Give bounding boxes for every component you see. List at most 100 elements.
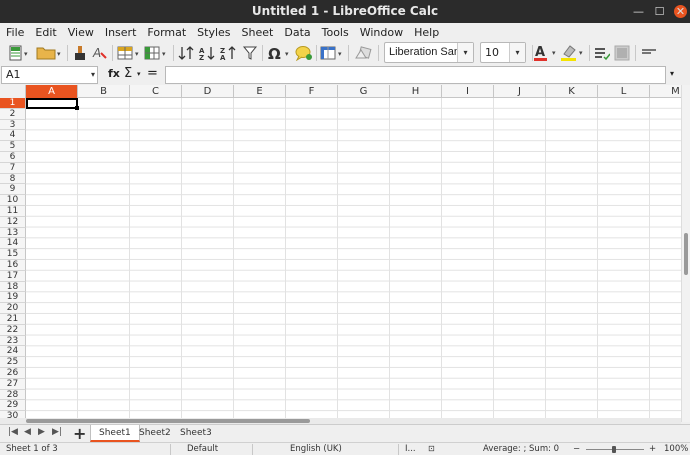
menu-edit[interactable]: Edit xyxy=(35,26,56,39)
highlight-color-button[interactable]: ▾ xyxy=(561,44,587,62)
column-header-c[interactable]: C xyxy=(130,85,182,98)
minimize-icon[interactable]: — xyxy=(632,5,645,18)
sort-ascending-button[interactable]: AZ xyxy=(199,44,217,62)
clone-formatting-button[interactable] xyxy=(72,44,88,62)
column-header-i[interactable]: I xyxy=(442,85,494,98)
chevron-down-icon[interactable]: ▾ xyxy=(457,43,473,62)
formula-icon[interactable]: = xyxy=(147,66,158,81)
row-header-4[interactable]: 4 xyxy=(0,130,26,142)
selection-mode[interactable]: I... xyxy=(405,444,416,454)
insert-shape-button[interactable] xyxy=(354,44,372,62)
open-button[interactable]: ▾ xyxy=(36,44,64,62)
conditional-format-button[interactable] xyxy=(594,44,610,62)
column-button[interactable]: ▾ xyxy=(144,44,170,62)
menu-styles[interactable]: Styles xyxy=(197,26,230,39)
menu-window[interactable]: Window xyxy=(360,26,403,39)
clear-formatting-button[interactable]: A xyxy=(92,44,108,62)
first-sheet-icon[interactable]: |◀ xyxy=(8,427,18,437)
headers-footers-button[interactable]: ▾ xyxy=(320,44,346,62)
row-header-14[interactable]: 14 xyxy=(0,238,26,250)
font-size-combobox[interactable]: 10 ▾ xyxy=(480,42,526,63)
menu-sheet[interactable]: Sheet xyxy=(242,26,274,39)
row-header-1[interactable]: 1 xyxy=(0,98,26,109)
font-color-button[interactable]: A ▾ xyxy=(534,44,560,62)
row-header-8[interactable]: 8 xyxy=(0,173,26,185)
menu-data[interactable]: Data xyxy=(284,26,310,39)
close-icon[interactable]: ✕ xyxy=(674,5,687,18)
sort-descending-button[interactable]: ZA xyxy=(220,44,238,62)
sum-summary[interactable]: Average: ; Sum: 0 xyxy=(483,444,559,454)
row-header-28[interactable]: 28 xyxy=(0,389,26,401)
align-left-button[interactable] xyxy=(641,44,657,62)
special-character-button[interactable]: Ω ▾ xyxy=(267,44,293,62)
name-box[interactable]: A1 ▾ xyxy=(1,66,98,84)
row-header-25[interactable]: 25 xyxy=(0,357,26,368)
select-all-corner[interactable] xyxy=(0,85,26,98)
row-header-11[interactable]: 11 xyxy=(0,206,26,217)
function-wizard-icon[interactable]: fx xyxy=(108,67,120,80)
autofilter-button[interactable] xyxy=(242,44,258,62)
sort-button[interactable] xyxy=(178,44,194,62)
column-header-f[interactable]: F xyxy=(286,85,338,98)
row-header-22[interactable]: 22 xyxy=(0,324,26,336)
row-header-3[interactable]: 3 xyxy=(0,119,26,131)
row-header-19[interactable]: 19 xyxy=(0,292,26,304)
column-header-a[interactable]: A xyxy=(26,85,78,98)
row-header-12[interactable]: 12 xyxy=(0,216,26,228)
column-header-b[interactable]: B xyxy=(78,85,130,98)
row-header-2[interactable]: 2 xyxy=(0,108,26,120)
last-sheet-icon[interactable]: ▶| xyxy=(52,427,62,437)
row-header-9[interactable]: 9 xyxy=(0,184,26,196)
sum-icon[interactable]: Σ xyxy=(124,66,132,81)
font-name-combobox[interactable]: Liberation Sans ▾ xyxy=(384,42,474,63)
page-style[interactable]: Default xyxy=(187,444,218,454)
row-header-16[interactable]: 16 xyxy=(0,260,26,271)
column-header-l[interactable]: L xyxy=(598,85,650,98)
cell-area[interactable] xyxy=(26,98,690,422)
row-header-10[interactable]: 10 xyxy=(0,195,26,206)
active-cell-cursor[interactable] xyxy=(26,98,78,109)
row-header-21[interactable]: 21 xyxy=(0,314,26,325)
column-header-d[interactable]: D xyxy=(182,85,234,98)
column-header-j[interactable]: J xyxy=(494,85,546,98)
menu-tools[interactable]: Tools xyxy=(322,26,349,39)
document-modified-icon[interactable]: ⊡ xyxy=(428,444,435,453)
zoom-in-icon[interactable]: + xyxy=(649,444,656,454)
expand-formula-icon[interactable]: ▾ xyxy=(670,69,674,78)
row-header-24[interactable]: 24 xyxy=(0,346,26,358)
zoom-slider-thumb[interactable] xyxy=(612,446,616,453)
row-header-6[interactable]: 6 xyxy=(0,152,26,163)
language[interactable]: English (UK) xyxy=(290,444,342,454)
insert-comment-button[interactable] xyxy=(294,44,314,62)
menu-insert[interactable]: Insert xyxy=(105,26,137,39)
column-header-e[interactable]: E xyxy=(234,85,286,98)
row-header-20[interactable]: 20 xyxy=(0,303,26,314)
menu-file[interactable]: File xyxy=(6,26,24,39)
row-header-5[interactable]: 5 xyxy=(0,141,26,152)
row-header-26[interactable]: 26 xyxy=(0,368,26,379)
vertical-scroll-thumb[interactable] xyxy=(684,233,688,275)
fill-handle[interactable] xyxy=(75,106,79,110)
maximize-icon[interactable]: ☐ xyxy=(653,5,666,18)
row-header-18[interactable]: 18 xyxy=(0,281,26,293)
vertical-scrollbar[interactable] xyxy=(681,85,690,422)
add-sheet-icon[interactable]: + xyxy=(73,424,86,443)
chevron-down-icon[interactable]: ▾ xyxy=(91,67,95,83)
column-header-h[interactable]: H xyxy=(390,85,442,98)
formula-input[interactable] xyxy=(165,66,666,84)
row-header-29[interactable]: 29 xyxy=(0,400,26,412)
chevron-down-icon[interactable]: ▾ xyxy=(137,70,141,78)
previous-sheet-icon[interactable]: ◀ xyxy=(24,427,31,437)
horizontal-scroll-thumb[interactable] xyxy=(26,419,310,423)
column-header-g[interactable]: G xyxy=(338,85,390,98)
new-document-button[interactable]: ▾ xyxy=(8,44,30,62)
zoom-out-icon[interactable]: − xyxy=(573,444,580,454)
menu-view[interactable]: View xyxy=(68,26,94,39)
sheet-tab-sheet3[interactable]: Sheet3 xyxy=(172,425,220,442)
row-header-7[interactable]: 7 xyxy=(0,162,26,174)
chevron-down-icon[interactable]: ▾ xyxy=(509,43,525,62)
row-header-23[interactable]: 23 xyxy=(0,335,26,347)
row-header-15[interactable]: 15 xyxy=(0,249,26,260)
next-sheet-icon[interactable]: ▶ xyxy=(38,427,45,437)
row-header-13[interactable]: 13 xyxy=(0,227,26,239)
